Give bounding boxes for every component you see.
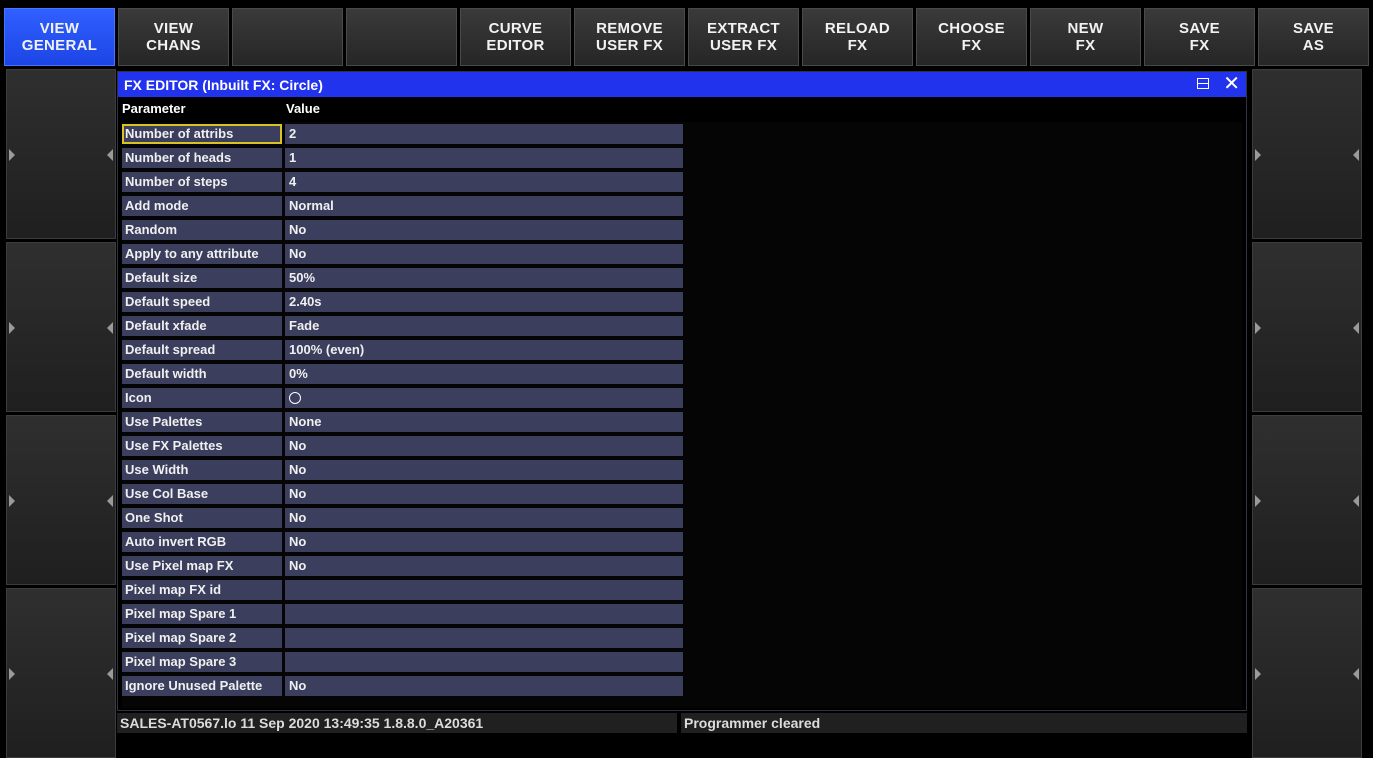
value-cell[interactable]: Normal — [285, 196, 683, 216]
arrow-right-icon — [1255, 668, 1261, 680]
arrow-left-icon — [107, 668, 113, 680]
value-cell[interactable]: 4 — [285, 172, 683, 192]
arrow-right-icon — [9, 668, 15, 680]
arrow-right-icon — [9, 149, 15, 161]
value-cell[interactable]: No — [285, 244, 683, 264]
value-cell[interactable]: No — [285, 532, 683, 552]
parameter-cell[interactable]: Icon — [122, 388, 282, 408]
status-bar-info: SALES-AT0567.lo 11 Sep 2020 13:49:35 1.8… — [117, 713, 677, 733]
blank-button-2[interactable] — [346, 8, 457, 66]
value-cell[interactable] — [285, 604, 683, 624]
value-cell[interactable]: No — [285, 460, 683, 480]
arrow-right-icon — [9, 495, 15, 507]
parameter-cell[interactable]: Number of heads — [122, 148, 282, 168]
value-cell[interactable]: No — [285, 676, 683, 696]
parameter-cell[interactable]: Number of steps — [122, 172, 282, 192]
value-cell[interactable]: No — [285, 556, 683, 576]
arrow-right-icon — [1255, 495, 1261, 507]
left-side-button-1[interactable] — [6, 69, 116, 239]
parameter-cell[interactable]: One Shot — [122, 508, 282, 528]
parameter-cell[interactable]: Pixel map FX id — [122, 580, 282, 600]
parameter-cell[interactable]: Default speed — [122, 292, 282, 312]
status-bar-message: Programmer cleared — [681, 713, 1247, 733]
parameter-cell[interactable]: Default width — [122, 364, 282, 384]
value-cell[interactable]: 0% — [285, 364, 683, 384]
arrow-left-icon — [1353, 322, 1359, 334]
right-side-button-2[interactable] — [1252, 242, 1362, 412]
toolbar: VIEW GENERAL VIEW CHANS CURVE EDITOR REM… — [4, 8, 1369, 68]
choose-fx-button[interactable]: CHOOSE FX — [916, 8, 1027, 66]
value-cell[interactable]: No — [285, 220, 683, 240]
value-cell[interactable] — [285, 628, 683, 648]
value-cell[interactable]: No — [285, 484, 683, 504]
value-cell[interactable] — [285, 388, 683, 408]
value-cell[interactable]: None — [285, 412, 683, 432]
fx-editor-window: FX EDITOR (Inbuilt FX: Circle) ✕ Paramet… — [117, 71, 1247, 711]
parameter-cell[interactable]: Use FX Palettes — [122, 436, 282, 456]
save-fx-button[interactable]: SAVE FX — [1144, 8, 1255, 66]
arrow-left-icon — [107, 495, 113, 507]
parameter-cell[interactable]: Default size — [122, 268, 282, 288]
parameter-cell[interactable]: Auto invert RGB — [122, 532, 282, 552]
column-header-value: Value — [286, 101, 320, 116]
value-cell[interactable]: 2 — [285, 124, 683, 144]
arrow-left-icon — [1353, 495, 1359, 507]
value-cell[interactable]: 100% (even) — [285, 340, 683, 360]
arrow-right-icon — [1255, 322, 1261, 334]
view-chans-button[interactable]: VIEW CHANS — [118, 8, 229, 66]
arrow-left-icon — [107, 149, 113, 161]
restore-icon[interactable] — [1197, 78, 1210, 89]
editor-title: FX EDITOR (Inbuilt FX: Circle) — [124, 76, 323, 93]
value-cell[interactable]: No — [285, 508, 683, 528]
value-cell[interactable]: 1 — [285, 148, 683, 168]
parameter-cell[interactable]: Use Width — [122, 460, 282, 480]
value-cell[interactable] — [285, 652, 683, 672]
remove-user-fx-button[interactable]: REMOVE USER FX — [574, 8, 685, 66]
parameter-grid: Number of attribs 2 Number of heads 1 Nu… — [122, 122, 1242, 708]
parameter-cell[interactable]: Use Col Base — [122, 484, 282, 504]
right-side-button-1[interactable] — [1252, 69, 1362, 239]
parameter-cell[interactable]: Ignore Unused Palette — [122, 676, 282, 696]
circle-icon — [289, 392, 301, 404]
arrow-left-icon — [107, 322, 113, 334]
parameter-cell[interactable]: Random — [122, 220, 282, 240]
parameter-cell[interactable]: Number of attribs — [122, 124, 282, 144]
value-cell[interactable]: No — [285, 436, 683, 456]
extract-user-fx-button[interactable]: EXTRACT USER FX — [688, 8, 799, 66]
parameter-cell[interactable]: Apply to any attribute — [122, 244, 282, 264]
value-cell[interactable]: 50% — [285, 268, 683, 288]
parameter-cell[interactable]: Default spread — [122, 340, 282, 360]
parameter-cell[interactable]: Use Pixel map FX — [122, 556, 282, 576]
right-side-button-3[interactable] — [1252, 415, 1362, 585]
parameter-cell[interactable]: Default xfade — [122, 316, 282, 336]
new-fx-button[interactable]: NEW FX — [1030, 8, 1141, 66]
arrow-left-icon — [1353, 668, 1359, 680]
value-cell[interactable] — [285, 580, 683, 600]
save-as-button[interactable]: SAVE AS — [1258, 8, 1369, 66]
arrow-right-icon — [9, 322, 15, 334]
curve-editor-button[interactable]: CURVE EDITOR — [460, 8, 571, 66]
reload-fx-button[interactable]: RELOAD FX — [802, 8, 913, 66]
parameter-cell[interactable]: Add mode — [122, 196, 282, 216]
parameter-cell[interactable]: Pixel map Spare 2 — [122, 628, 282, 648]
left-side-button-2[interactable] — [6, 242, 116, 412]
value-cell[interactable]: 2.40s — [285, 292, 683, 312]
column-header-parameter: Parameter — [122, 101, 186, 116]
view-general-button[interactable]: VIEW GENERAL — [4, 8, 115, 66]
close-icon[interactable]: ✕ — [1223, 74, 1240, 94]
arrow-right-icon — [1255, 149, 1261, 161]
left-side-button-3[interactable] — [6, 415, 116, 585]
parameter-cell[interactable]: Pixel map Spare 3 — [122, 652, 282, 672]
blank-button-1[interactable] — [232, 8, 343, 66]
arrow-left-icon — [1353, 149, 1359, 161]
parameter-cell[interactable]: Pixel map Spare 1 — [122, 604, 282, 624]
editor-titlebar[interactable]: FX EDITOR (Inbuilt FX: Circle) ✕ — [118, 72, 1246, 97]
parameter-cell[interactable]: Use Palettes — [122, 412, 282, 432]
value-cell[interactable]: Fade — [285, 316, 683, 336]
